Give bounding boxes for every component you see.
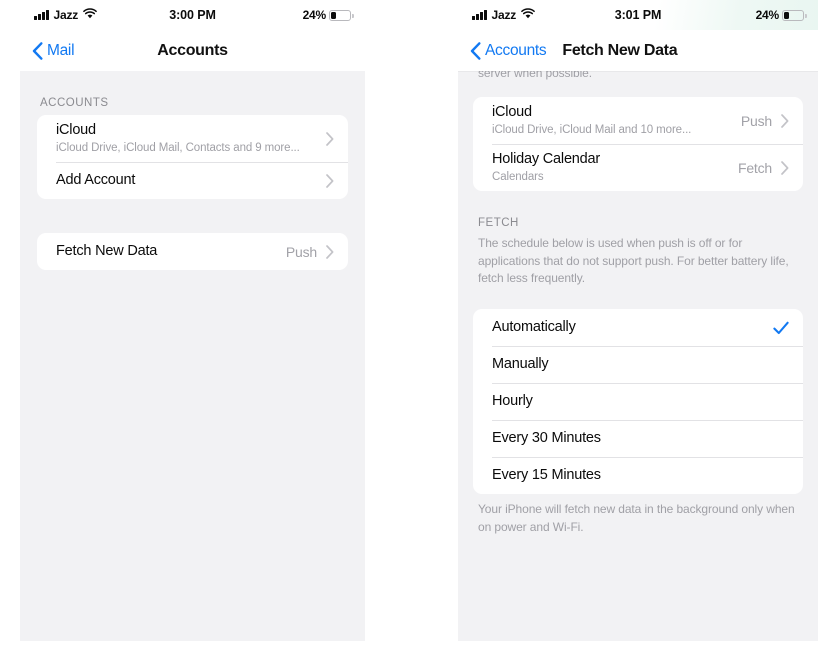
chevron-right-icon — [326, 131, 334, 146]
row-text-group: Every 15 Minutes — [492, 460, 789, 492]
fetch-footnote: Your iPhone will fetch new data in the b… — [478, 502, 795, 534]
row-title: iCloud — [492, 104, 532, 120]
wifi-icon — [83, 6, 97, 24]
row-title: Holiday Calendar — [492, 151, 601, 168]
accounts-card: iCloud iCloud Drive, iCloud Mail, Contac… — [37, 115, 348, 200]
row-text-group: Holiday Calendar Calendars — [492, 144, 730, 191]
row-title: Every 30 Minutes — [492, 430, 601, 447]
chevron-right-icon — [326, 244, 334, 259]
page-title: Accounts — [157, 41, 228, 59]
list-item-holiday-calendar[interactable]: Holiday Calendar Calendars Fetch — [473, 144, 803, 191]
row-text-group: Hourly — [492, 386, 789, 418]
status-bar-left: Jazz 3:00 PM 24% — [20, 0, 365, 30]
status-bar-right: Jazz 3:01 PM 24% — [458, 0, 818, 30]
row-text-group: Automatically — [492, 312, 765, 344]
list-item-icloud[interactable]: iCloud iCloud Drive, iCloud Mail, Contac… — [37, 115, 348, 162]
battery-percent-label: 24% — [755, 8, 780, 22]
settings-list-right: server when possible. iCloud iCloud Driv… — [458, 71, 818, 641]
row-text-group: Add Account — [56, 165, 317, 197]
row-subtitle: iCloud Drive, iCloud Mail, Contacts and … — [56, 141, 300, 154]
wifi-icon — [521, 6, 535, 24]
chevron-right-icon — [326, 173, 334, 188]
row-text-group: Every 30 Minutes — [492, 423, 789, 455]
phone-screen-fetch-new-data: Jazz 3:01 PM 24% Accounts Fetch New Data… — [458, 0, 818, 641]
section-header-fetch: FETCH — [478, 217, 519, 230]
nav-bar-left: Mail Accounts — [20, 30, 365, 71]
push-accounts-card: iCloud iCloud Drive, iCloud Mail and 10 … — [473, 97, 803, 192]
list-item-manually[interactable]: Manually — [473, 346, 803, 383]
battery-icon — [782, 9, 807, 21]
list-item-automatically[interactable]: Automatically — [473, 309, 803, 346]
signal-bars-icon — [472, 10, 487, 20]
carrier-label: Jazz — [491, 8, 517, 22]
row-title: Every 15 Minutes — [492, 467, 601, 484]
checkmark-icon — [773, 321, 789, 334]
battery-percent-label: 24% — [302, 8, 327, 22]
row-text-group: Fetch New Data — [56, 236, 278, 268]
row-text-group: iCloud iCloud Drive, iCloud Mail, Contac… — [56, 115, 317, 162]
chevron-right-icon — [781, 113, 789, 128]
list-item-hourly[interactable]: Hourly — [473, 383, 803, 420]
row-subtitle: iCloud Drive, iCloud Mail and 10 more... — [492, 123, 692, 136]
list-item-icloud[interactable]: iCloud iCloud Drive, iCloud Mail and 10 … — [473, 97, 803, 144]
status-bar-right-group: 24% — [302, 8, 354, 22]
row-value: Push — [740, 112, 772, 129]
row-text-group: iCloud iCloud Drive, iCloud Mail and 10 … — [492, 97, 733, 144]
row-value: Fetch — [737, 159, 772, 176]
back-button-label: Accounts — [485, 41, 547, 59]
list-item-every-30-minutes[interactable]: Every 30 Minutes — [473, 420, 803, 457]
row-title: iCloud — [56, 122, 96, 138]
scrolled-under-text: server when possible. — [478, 71, 592, 80]
row-title: Fetch New Data — [56, 242, 158, 259]
fetch-schedule-card: Automatically Manually Hourly Every 30 M… — [473, 309, 803, 495]
status-bar-left-group: Jazz — [472, 6, 535, 24]
row-title: Add Account — [56, 171, 136, 188]
chevron-left-icon — [470, 41, 481, 60]
nav-bar-right: Accounts Fetch New Data — [458, 30, 818, 71]
status-bar-right-group: 24% — [755, 8, 807, 22]
page-title: Fetch New Data — [562, 41, 678, 59]
carrier-label: Jazz — [53, 8, 79, 22]
row-text-group: Manually — [492, 349, 789, 381]
list-item-fetch-new-data[interactable]: Fetch New Data Push — [37, 233, 348, 270]
row-subtitle: Calendars — [492, 170, 544, 183]
list-item-every-15-minutes[interactable]: Every 15 Minutes — [473, 457, 803, 494]
fetch-new-data-card: Fetch New Data Push — [37, 233, 348, 271]
section-header-accounts: ACCOUNTS — [40, 97, 109, 109]
row-title: Automatically — [492, 319, 576, 336]
signal-bars-icon — [34, 10, 49, 20]
battery-icon — [329, 9, 354, 21]
settings-list-left: ACCOUNTS iCloud iCloud Drive, iCloud Mai… — [20, 71, 365, 641]
list-item-add-account[interactable]: Add Account — [37, 162, 348, 199]
fetch-description: The schedule below is used when push is … — [478, 236, 789, 285]
row-title: Manually — [492, 356, 549, 373]
status-bar-left-group: Jazz — [34, 6, 97, 24]
row-value: Push — [285, 243, 317, 260]
chevron-right-icon — [781, 160, 789, 175]
row-title: Hourly — [492, 393, 533, 410]
phone-screen-accounts: Jazz 3:00 PM 24% Mail Accounts ACCOUNTS … — [20, 0, 365, 641]
back-button-accounts[interactable]: Accounts — [470, 41, 547, 60]
